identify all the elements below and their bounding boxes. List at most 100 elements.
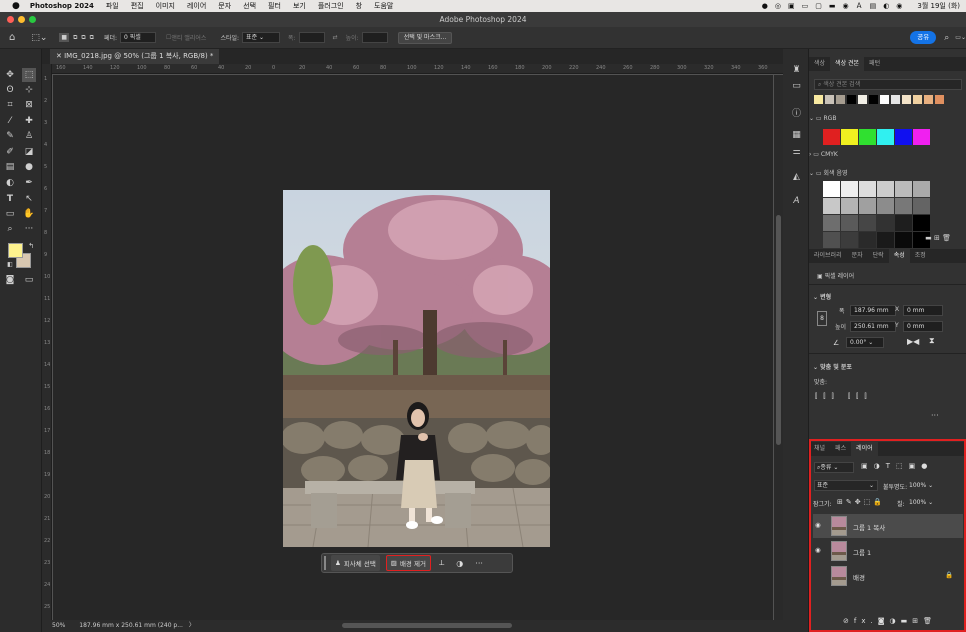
- fill-value[interactable]: 100% ⌄: [909, 499, 933, 506]
- color-swatch[interactable]: [847, 95, 856, 104]
- path-select-tool-icon[interactable]: ↖: [22, 192, 36, 206]
- subtract-selection-icon[interactable]: ⧉: [81, 34, 85, 42]
- tab-layers[interactable]: 레이어: [851, 442, 878, 456]
- gradient-tool-icon[interactable]: ▤: [3, 160, 17, 174]
- select-and-mask-button[interactable]: 선택 및 마스크...: [397, 31, 453, 44]
- menu-layer[interactable]: 레이어: [187, 1, 206, 11]
- align-more-button[interactable]: ···: [931, 411, 966, 420]
- window-control-button[interactable]: [18, 16, 25, 23]
- share-button[interactable]: 공유: [910, 31, 937, 44]
- tab-paths[interactable]: 패스: [830, 442, 851, 456]
- color-swatch[interactable]: [814, 95, 823, 104]
- crop-tool-icon[interactable]: ⌗: [3, 98, 17, 112]
- default-colors-icon[interactable]: ◧: [3, 258, 17, 272]
- brush-tool-icon[interactable]: ✎: [3, 129, 17, 143]
- color-swatch[interactable]: [823, 198, 840, 214]
- eraser-tool-icon[interactable]: ◪: [22, 145, 36, 159]
- scroll-thumb[interactable]: [776, 215, 781, 445]
- color-swatch[interactable]: [935, 95, 944, 104]
- tab-channels[interactable]: 채널: [809, 442, 830, 456]
- flip-vertical-icon[interactable]: ⧗: [929, 336, 935, 346]
- color-swatch[interactable]: [869, 95, 878, 104]
- window-control-button[interactable]: [29, 16, 36, 23]
- y-field[interactable]: 0 mm: [903, 321, 943, 332]
- color-swatch[interactable]: [913, 181, 930, 197]
- swatch-search-input[interactable]: ⌕ 색상 견본 검색: [814, 79, 962, 90]
- type-tool-icon[interactable]: T: [3, 192, 17, 206]
- height-input[interactable]: [361, 32, 388, 43]
- more-tools-icon[interactable]: ···: [22, 222, 36, 236]
- layer-row[interactable]: 배경 🔒: [813, 564, 963, 588]
- info-panel-icon[interactable]: ⓘ: [790, 106, 803, 119]
- width-field[interactable]: 187.96 mm: [850, 305, 896, 316]
- color-swatch[interactable]: [841, 198, 858, 214]
- menu-select[interactable]: 선택: [243, 1, 256, 11]
- color-swatch[interactable]: [841, 129, 858, 145]
- doc-info[interactable]: 187.96 mm x 250.61 mm (240 p...: [79, 622, 183, 629]
- marquee-preset-icon[interactable]: ⬚⌄: [31, 33, 47, 43]
- visibility-eye-icon[interactable]: ◉: [815, 521, 821, 529]
- search-icon[interactable]: ⌕: [944, 33, 949, 43]
- swap-icon[interactable]: ⇄: [333, 34, 338, 41]
- drag-handle-icon[interactable]: [324, 556, 326, 570]
- window-control-button[interactable]: [7, 16, 14, 23]
- tab-paragraph[interactable]: 단락: [868, 249, 889, 263]
- zoom-tool-icon[interactable]: ⌕: [3, 222, 17, 236]
- swatch-actions[interactable]: ▬ ⊞ 🗑: [809, 234, 966, 242]
- marquee-tool-icon[interactable]: ⬚: [22, 68, 36, 82]
- color-swatch[interactable]: [859, 215, 876, 231]
- more-options-button[interactable]: ···: [475, 559, 483, 568]
- color-swatch[interactable]: [877, 198, 894, 214]
- color-swatch[interactable]: [836, 95, 845, 104]
- menu-image[interactable]: 이미지: [156, 1, 175, 11]
- layer-filter-select[interactable]: ⌕종류 ⌄: [814, 462, 854, 473]
- tab-character[interactable]: 문자: [847, 249, 868, 263]
- adjust-icon[interactable]: ◑: [456, 559, 463, 568]
- history-brush-tool-icon[interactable]: ✐: [3, 145, 17, 159]
- swap-colors-icon[interactable]: ↰: [24, 239, 38, 253]
- glyphs-panel-icon[interactable]: A: [790, 196, 803, 209]
- comments-panel-icon[interactable]: ▭: [790, 81, 803, 94]
- menu-edit[interactable]: 편집: [131, 1, 144, 11]
- pen-tool-icon[interactable]: ✒: [22, 176, 36, 190]
- menu-filter[interactable]: 필터: [268, 1, 281, 11]
- tab-patterns[interactable]: 패턴: [864, 57, 885, 71]
- link-icon[interactable]: 8: [817, 311, 827, 326]
- workspace-icon[interactable]: ▭⌄: [955, 34, 966, 41]
- lasso-tool-icon[interactable]: ʘ: [3, 83, 17, 97]
- color-swatch[interactable]: [895, 181, 912, 197]
- style-select[interactable]: 표준 ⌄: [242, 32, 281, 43]
- shapes-panel-icon[interactable]: ◭: [790, 172, 803, 185]
- document-image[interactable]: [283, 190, 550, 547]
- color-swatch[interactable]: [825, 95, 834, 104]
- horizontal-scrollbar[interactable]: [342, 623, 512, 628]
- transform-section[interactable]: ⌄ 변형: [813, 292, 966, 301]
- foreground-color-swatch[interactable]: [8, 243, 23, 258]
- quick-select-tool-icon[interactable]: ⊹: [22, 83, 36, 97]
- screen-mode-icon[interactable]: ▭: [22, 273, 36, 287]
- color-swatch[interactable]: [841, 215, 858, 231]
- color-swatch[interactable]: [859, 129, 876, 145]
- feather-input[interactable]: 0 픽셀: [120, 32, 157, 43]
- menu-type[interactable]: 문자: [218, 1, 231, 11]
- color-swatch[interactable]: [902, 95, 911, 104]
- layer-actions[interactable]: ⊘fx.◙◑▬⊞🗑: [843, 617, 937, 625]
- tab-libraries[interactable]: 라이브러리: [809, 249, 847, 263]
- layer-row[interactable]: ◉ 그룹 1: [813, 539, 963, 563]
- color-swatch[interactable]: [895, 215, 912, 231]
- color-swatch[interactable]: [823, 215, 840, 231]
- color-swatch[interactable]: [859, 181, 876, 197]
- align-buttons[interactable]: ⫿⫿⫿ ⫿⫿⫿: [815, 392, 966, 401]
- color-swatch[interactable]: [823, 181, 840, 197]
- tab-color[interactable]: 색상: [809, 57, 830, 71]
- antialias-checkbox[interactable]: ☐ 앤티 앨리어스: [166, 33, 206, 42]
- vertical-scrollbar[interactable]: [774, 75, 783, 620]
- color-swatch[interactable]: [913, 198, 930, 214]
- menu-view[interactable]: 보기: [293, 1, 306, 11]
- brush-settings-icon[interactable]: ▦: [790, 130, 803, 143]
- flip-horizontal-icon[interactable]: ▶◀: [907, 337, 919, 346]
- layer-row[interactable]: ◉ 그룹 1 복사: [813, 514, 963, 538]
- quick-mask-icon[interactable]: ◙: [3, 273, 17, 287]
- visibility-eye-icon[interactable]: ◉: [815, 546, 821, 554]
- color-swatch[interactable]: [924, 95, 933, 104]
